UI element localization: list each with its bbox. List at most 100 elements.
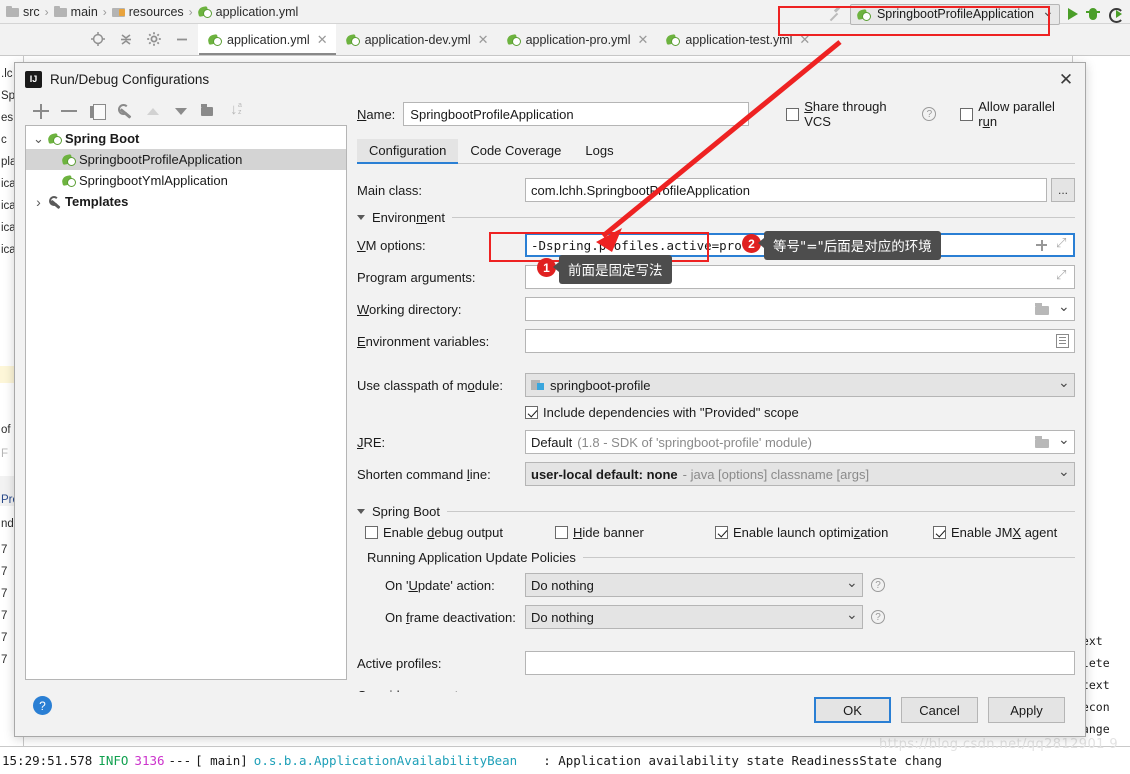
collapse-all-icon[interactable] <box>118 31 134 47</box>
help-icon[interactable]: ? <box>871 578 885 592</box>
close-icon[interactable]: ✕ <box>799 32 810 48</box>
help-icon[interactable]: ? <box>922 107 937 121</box>
checkbox-box <box>933 526 946 539</box>
left-fragment: 7 <box>1 588 8 600</box>
editor-tab-bar: application.yml ✕ application-dev.yml ✕ … <box>0 24 1130 56</box>
include-provided-checkbox[interactable]: Include dependencies with "Provided" sco… <box>525 405 1075 420</box>
cancel-button[interactable]: Cancel <box>901 697 978 723</box>
editor-tab-application-yml[interactable]: application.yml ✕ <box>198 24 336 55</box>
breadcrumb-item-file[interactable]: application.yml <box>198 5 298 19</box>
ok-button[interactable]: OK <box>814 697 891 723</box>
folder-icon <box>53 6 67 17</box>
chevron-down-icon[interactable] <box>1056 298 1070 316</box>
close-icon[interactable]: ✕ <box>1055 69 1077 91</box>
name-label: Name: <box>357 106 396 122</box>
environment-variables-input[interactable] <box>525 329 1075 353</box>
expand-icon[interactable] <box>1056 235 1069 252</box>
chevron-down-icon[interactable] <box>32 135 45 142</box>
chevron-down-icon <box>1056 463 1070 481</box>
locate-icon[interactable] <box>90 31 106 47</box>
spring-leaf-icon <box>198 5 212 18</box>
apply-button[interactable]: Apply <box>988 697 1065 723</box>
edit-variables-icon[interactable] <box>1056 334 1069 348</box>
name-input-value: SpringbootProfileApplication <box>410 106 574 122</box>
add-icon[interactable] <box>33 103 50 120</box>
include-provided-label: Include dependencies with "Provided" sco… <box>543 405 799 420</box>
section-divider <box>582 557 1075 558</box>
main-class-input[interactable]: com.lchh.SpringbootProfileApplication <box>525 178 1047 202</box>
rerun-icon[interactable] <box>1108 7 1124 23</box>
on-update-action-select[interactable]: Do nothing <box>525 573 863 597</box>
move-down-icon[interactable] <box>173 103 190 120</box>
shorten-command-line-select[interactable]: user-local default: none - java [options… <box>525 462 1075 486</box>
console-log-line: 15:29:51.578 INFO 3136 --- [ main] o.s.b… <box>0 746 1130 774</box>
configurations-tree[interactable]: Spring Boot SpringbootProfileApplication… <box>25 125 347 680</box>
breadcrumb-item-src[interactable]: src <box>6 5 40 19</box>
minimize-icon[interactable] <box>174 31 190 47</box>
spring-boot-section-header[interactable]: Spring Boot <box>357 504 1075 519</box>
tree-node-spring-boot[interactable]: Spring Boot <box>26 128 346 149</box>
spring-leaf-icon <box>666 33 681 46</box>
editor-tab-application-pro-yml[interactable]: application-pro.yml ✕ <box>497 24 657 55</box>
hammer-build-icon[interactable] <box>826 6 842 22</box>
expand-icon[interactable] <box>1056 267 1069 284</box>
tree-node-springboot-profile-application[interactable]: SpringbootProfileApplication <box>26 149 346 170</box>
folder-browse-icon[interactable] <box>1035 303 1050 316</box>
checkbox-box <box>365 526 378 539</box>
tree-node-templates[interactable]: Templates <box>26 191 346 212</box>
close-icon[interactable]: ✕ <box>638 32 649 48</box>
allow-parallel-run-checkbox[interactable]: Allow parallel run <box>960 99 1075 129</box>
spring-leaf-icon <box>857 8 871 21</box>
run-debug-configurations-dialog: IJ Run/Debug Configurations ✕ ↓ a z ⌄ Sp… <box>14 62 1086 737</box>
checkbox-box <box>960 107 974 121</box>
tab-logs[interactable]: Logs <box>573 139 625 163</box>
breadcrumb-item-main[interactable]: main <box>53 5 98 19</box>
on-frame-deactivation-value: Do nothing <box>531 609 594 625</box>
enable-launch-optimization-checkbox[interactable]: Enable launch optimization <box>715 525 933 540</box>
tab-configuration[interactable]: Configuration <box>357 139 459 164</box>
editor-tab-application-test-yml[interactable]: application-test.yml ✕ <box>656 24 818 55</box>
tree-node-springboot-yml-application[interactable]: SpringbootYmlApplication <box>26 170 346 191</box>
tab-code-coverage[interactable]: Code Coverage <box>458 139 573 163</box>
working-directory-input[interactable] <box>525 297 1075 321</box>
classpath-module-select[interactable]: springboot-profile <box>525 373 1075 397</box>
remove-icon[interactable] <box>61 103 78 120</box>
share-vcs-checkbox[interactable]: Share through VCS <box>786 99 914 129</box>
jre-hint: (1.8 - SDK of 'springboot-profile' modul… <box>577 434 812 450</box>
environment-section-header[interactable]: Environment <box>357 210 1075 225</box>
new-folder-icon[interactable] <box>201 103 218 120</box>
checkbox-box <box>786 107 800 121</box>
add-icon[interactable] <box>1035 239 1048 252</box>
run-icon[interactable] <box>1068 8 1078 20</box>
annotation-tooltip-2: 等号"="后面是对应的环境 <box>758 231 941 260</box>
configurations-toolbar <box>25 97 347 125</box>
edit-templates-icon[interactable] <box>117 103 134 120</box>
jre-select[interactable]: Default (1.8 - SDK of 'springboot-profil… <box>525 430 1075 454</box>
help-icon[interactable]: ? <box>33 696 52 715</box>
enable-jmx-agent-checkbox[interactable]: Enable JMX agent <box>933 525 1057 540</box>
on-frame-deactivation-select[interactable]: Do nothing <box>525 605 863 629</box>
chevron-down-icon <box>844 574 858 592</box>
chevron-right-icon[interactable] <box>32 194 45 210</box>
dialog-title-bar: IJ Run/Debug Configurations ✕ <box>15 63 1085 95</box>
editor-tab-tools <box>0 23 198 55</box>
main-class-browse-button[interactable]: ... <box>1051 178 1075 202</box>
close-icon[interactable]: ✕ <box>478 32 489 48</box>
settings-gear-icon[interactable] <box>146 31 162 47</box>
copy-configuration-icon[interactable] <box>89 103 106 120</box>
tree-node-label: SpringbootProfileApplication <box>79 152 243 167</box>
debug-icon[interactable] <box>1086 7 1100 21</box>
close-icon[interactable]: ✕ <box>317 32 328 48</box>
chevron-down-icon[interactable] <box>1056 431 1070 449</box>
breadcrumb-item-resources[interactable]: resources <box>111 5 184 19</box>
hide-banner-checkbox[interactable]: Hide banner <box>555 525 715 540</box>
run-configuration-selector[interactable]: SpringbootProfileApplication <box>849 3 1060 25</box>
help-icon[interactable]: ? <box>871 610 885 624</box>
editor-tab-application-dev-yml[interactable]: application-dev.yml ✕ <box>336 24 497 55</box>
name-input[interactable]: SpringbootProfileApplication <box>403 102 749 126</box>
sort-configurations-icon[interactable] <box>229 101 246 120</box>
enable-debug-output-checkbox[interactable]: Enable debug output <box>365 525 555 540</box>
folder-browse-icon[interactable] <box>1035 436 1050 449</box>
move-up-icon[interactable] <box>145 103 162 120</box>
active-profiles-input[interactable] <box>525 651 1075 675</box>
